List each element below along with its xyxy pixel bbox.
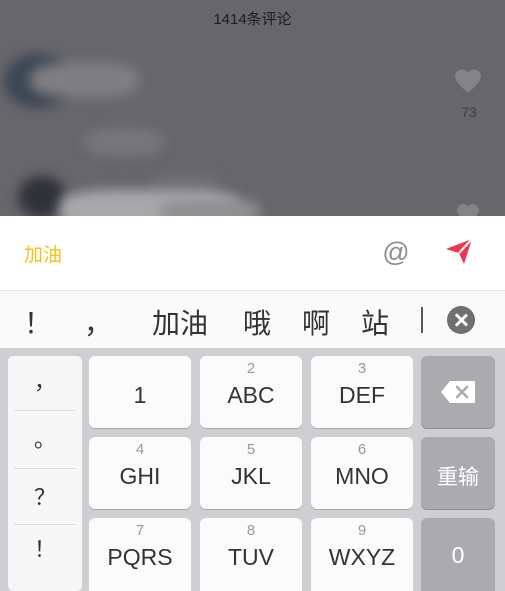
candidate-item[interactable]: ， [84, 302, 112, 342]
avatar-blurred [18, 176, 66, 216]
key-mno[interactable]: 6 MNO [311, 437, 413, 509]
punct-exclaim-key[interactable]: ！ [8, 524, 82, 576]
zero-key[interactable]: 0 [421, 518, 495, 591]
key-letters: 1 [133, 382, 147, 408]
comment-input[interactable]: 加油 [24, 240, 62, 267]
candidate-item[interactable]: 哦 [243, 302, 271, 342]
key-letters: DEF [339, 382, 385, 408]
ime-candidate-bar: ！ ， 加油 哦 啊 站 [0, 290, 505, 348]
comment-input-bar: 加油 [0, 216, 505, 290]
key-letters: GHI [119, 463, 161, 489]
candidate-item[interactable]: 站 [361, 302, 389, 342]
key-letters: JKL [231, 463, 271, 489]
candidate-item[interactable]: 加油 [152, 302, 208, 342]
comments-panel: 1414条评论 73 [0, 0, 505, 216]
redaction-smudge [84, 128, 164, 156]
t9-keyboard: ， 。 ？ ！ 1 2 ABC 3 DEF 4 GHI 5 JKL 6 MNO … [0, 348, 505, 591]
key-tuv[interactable]: 8 TUV [200, 518, 302, 591]
screen: 1414条评论 73 加油 @ ！ ， 加油 哦 啊 站 ， 。 ？ ！ 1 2… [0, 0, 505, 591]
send-icon[interactable] [444, 236, 474, 266]
at-mention-icon[interactable]: @ [380, 236, 412, 268]
zero-label: 0 [451, 542, 465, 568]
redaction-smudge [30, 62, 140, 98]
punct-question-key[interactable]: ？ [8, 472, 82, 524]
key-number: 5 [246, 441, 256, 458]
key-letters: ABC [227, 382, 275, 408]
key-jkl[interactable]: 5 JKL [200, 437, 302, 509]
heart-icon[interactable] [454, 68, 482, 94]
backspace-icon [441, 381, 475, 403]
key-number: 8 [246, 522, 256, 539]
candidate-item[interactable]: 啊 [302, 302, 330, 342]
punct-period-key[interactable]: 。 [8, 414, 82, 466]
punct-comma-key[interactable]: ， [8, 356, 82, 408]
key-letters: TUV [228, 544, 274, 570]
reinput-key[interactable]: 重输 [421, 437, 495, 509]
key-number: 2 [246, 360, 256, 377]
punct-divider [14, 468, 76, 469]
comments-title: 1414条评论 [213, 11, 292, 28]
key-wxyz[interactable]: 9 WXYZ [311, 518, 413, 591]
key-letters: MNO [335, 463, 389, 489]
key-letters: PQRS [107, 544, 173, 570]
punctuation-column: ， 。 ？ ！ [8, 356, 82, 591]
clear-candidates-button[interactable] [447, 306, 475, 334]
redaction-smudge [160, 200, 260, 216]
key-abc[interactable]: 2 ABC [200, 356, 302, 428]
key-number: 4 [135, 441, 145, 458]
like-count: 73 [461, 104, 477, 120]
heart-icon[interactable] [456, 202, 480, 216]
key-number: 9 [357, 522, 367, 539]
key-number: 3 [357, 360, 367, 377]
candidate-item[interactable]: ！ [24, 302, 52, 342]
key-number: 7 [135, 522, 145, 539]
key-number: 6 [357, 441, 367, 458]
key-pqrs[interactable]: 7 PQRS [89, 518, 191, 591]
backspace-key[interactable] [421, 356, 495, 428]
reinput-label: 重输 [437, 466, 479, 489]
key-letters: WXYZ [328, 544, 396, 570]
key-def[interactable]: 3 DEF [311, 356, 413, 428]
key-ghi[interactable]: 4 GHI [89, 437, 191, 509]
candidate-divider [421, 307, 423, 333]
key-1[interactable]: 1 [89, 356, 191, 428]
punct-divider [14, 410, 76, 411]
